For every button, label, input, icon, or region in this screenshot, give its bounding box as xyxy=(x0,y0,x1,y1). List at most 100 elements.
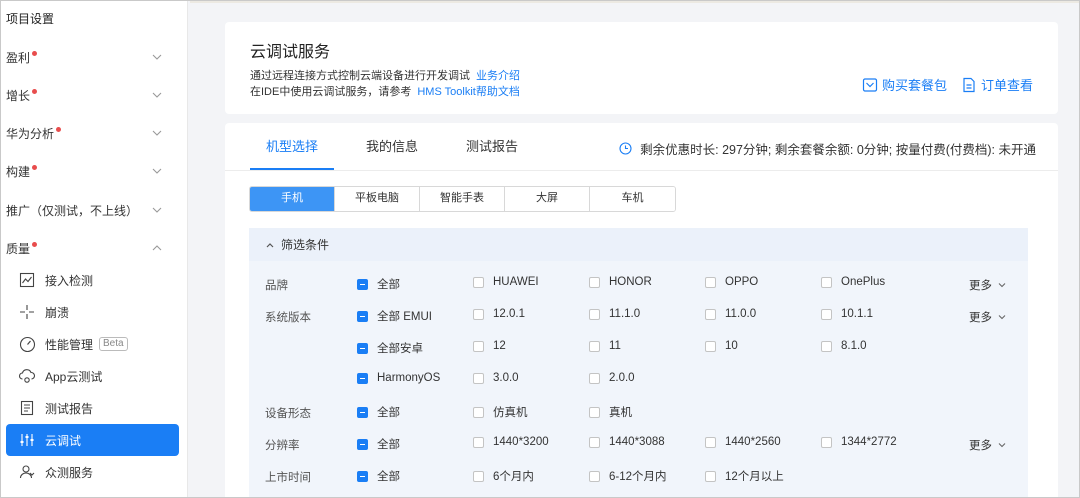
checkbox-option[interactable]: 11.1.0 xyxy=(589,308,640,320)
checkbox-option[interactable]: OPPO xyxy=(705,276,758,288)
sidebar-item-performance[interactable]: 性能管理 Beta xyxy=(6,329,179,359)
sidebar-item-crowd-test[interactable]: 众测服务 xyxy=(6,457,179,487)
checkbox xyxy=(473,436,484,448)
checkbox-option[interactable]: 10.1.1 xyxy=(821,308,873,320)
hms-toolkit-link[interactable]: HMS Toolkit帮助文档 xyxy=(417,86,519,98)
sidebar-group-promotion[interactable]: 推广（仅测试，不上线） xyxy=(6,200,166,220)
chevron-down-icon xyxy=(152,168,162,174)
more-button[interactable]: 更多 xyxy=(969,309,1007,325)
checkbox-option[interactable]: HarmonyOS xyxy=(357,372,440,384)
description-text: 通过远程连接方式控制云端设备进行开发调试 xyxy=(250,70,470,82)
checkbox xyxy=(705,308,716,320)
buy-package-button[interactable]: 购买套餐包 xyxy=(862,75,947,94)
report-icon xyxy=(18,399,36,417)
checkbox-option[interactable]: HUAWEI xyxy=(473,276,539,288)
sidebar-group-label: 华为分析 xyxy=(6,126,55,141)
option-label: 1440*3088 xyxy=(609,436,665,448)
checkbox xyxy=(473,276,484,288)
option-label: 全部 xyxy=(377,439,400,451)
sidebar-item-app-cloud-test[interactable]: App云测试 xyxy=(6,361,179,391)
checkbox xyxy=(473,406,484,418)
checkbox-option[interactable]: 10 xyxy=(705,340,738,352)
more-button[interactable]: 更多 xyxy=(969,437,1007,453)
filter-label: 设备形态 xyxy=(265,408,311,420)
device-type-tablet[interactable]: 平板电脑 xyxy=(335,187,420,211)
sidebar-group-monetize[interactable]: 盈利 xyxy=(6,47,166,67)
option-label: 全部 EMUI xyxy=(377,311,432,323)
tab-device-selection[interactable]: 机型选择 xyxy=(250,123,335,170)
checkbox-option[interactable]: 1440*2560 xyxy=(705,436,781,448)
checkbox xyxy=(705,276,716,288)
checkbox-option[interactable]: HONOR xyxy=(589,276,652,288)
checkbox-option[interactable]: 1344*2772 xyxy=(821,436,897,448)
filter-toggle[interactable]: 筛选条件 xyxy=(249,228,1028,261)
option-label: 全部 xyxy=(377,471,400,483)
option-label: 8.1.0 xyxy=(841,340,867,352)
option-label: 12个月以上 xyxy=(725,471,784,483)
business-intro-link[interactable]: 业务介绍 xyxy=(476,70,520,82)
checkbox-option[interactable]: 11 xyxy=(589,340,621,352)
checkbox-option[interactable]: 全部 xyxy=(357,276,400,292)
checkbox xyxy=(357,278,368,290)
device-type-screen[interactable]: 大屏 xyxy=(505,187,590,211)
checkbox-option[interactable]: 仿真机 xyxy=(473,404,528,420)
checkbox-option[interactable]: 12个月以上 xyxy=(705,468,784,484)
sidebar-group-quality[interactable]: 质量 xyxy=(6,238,166,258)
checkbox xyxy=(357,406,368,418)
checkbox-option[interactable]: 12 xyxy=(473,340,506,352)
checkbox-option[interactable]: 全部 xyxy=(357,404,400,420)
checkbox-option[interactable]: OnePlus xyxy=(821,276,885,288)
chevron-down-icon xyxy=(152,92,162,98)
sidebar-item-crash[interactable]: 崩溃 xyxy=(6,297,179,327)
sidebar-title: 项目设置 xyxy=(6,12,55,26)
device-type-car[interactable]: 车机 xyxy=(590,187,675,211)
checkbox-option[interactable]: 12.0.1 xyxy=(473,308,525,320)
tab-test-report[interactable]: 测试报告 xyxy=(466,123,534,170)
checkbox-option[interactable]: 11.0.0 xyxy=(705,308,756,320)
document-icon xyxy=(963,77,975,92)
checkbox-option[interactable]: 8.1.0 xyxy=(821,340,867,352)
sidebar-item-test-report[interactable]: 测试报告 xyxy=(6,393,179,423)
sidebar-item-cloud-debug[interactable]: 云调试 xyxy=(6,424,179,456)
device-type-phone[interactable]: 手机 xyxy=(250,187,335,211)
checkbox-option[interactable]: 1440*3088 xyxy=(589,436,665,448)
checkbox xyxy=(473,372,484,384)
checkbox-option[interactable]: 6个月内 xyxy=(473,468,534,484)
checkbox-option[interactable]: 3.0.0 xyxy=(473,372,519,384)
checkbox-option[interactable]: 2.0.0 xyxy=(589,372,635,384)
checkbox-option[interactable]: 真机 xyxy=(589,404,632,420)
gauge-icon xyxy=(18,335,36,353)
checkbox-option[interactable]: 全部安卓 xyxy=(357,340,423,356)
chevron-up-icon xyxy=(266,242,274,247)
checkbox-option[interactable]: 全部 EMUI xyxy=(357,308,432,324)
checkbox xyxy=(705,340,716,352)
sidebar-group-label: 增长 xyxy=(6,88,31,103)
view-orders-button[interactable]: 订单查看 xyxy=(961,75,1033,94)
checkbox-option[interactable]: 全部 xyxy=(357,436,400,452)
checkbox xyxy=(589,340,600,352)
checkbox-option[interactable]: 6-12个月内 xyxy=(589,468,667,484)
page-title: 云调试服务 xyxy=(250,44,331,61)
option-label: 12.0.1 xyxy=(493,308,525,320)
checkbox-option[interactable]: 1440*3200 xyxy=(473,436,549,448)
checkbox xyxy=(589,436,600,448)
sidebar-group-growth[interactable]: 增长 xyxy=(6,85,166,105)
filter-row-os-emui: 系统版本 全部 EMUI 12.0.1 11.1.0 11.0.0 10.1.1… xyxy=(249,300,1028,332)
filter-row-device-form: 设备形态 全部 仿真机 真机 xyxy=(249,396,1028,428)
sidebar-group-build[interactable]: 构建 xyxy=(6,161,166,181)
more-button[interactable]: 更多 xyxy=(969,277,1007,293)
sidebar-item-integration-check[interactable]: 接入检测 xyxy=(6,265,179,295)
red-dot xyxy=(32,241,38,247)
filter-row-resolution: 分辨率 全部 1440*3200 1440*3088 1440*2560 134… xyxy=(249,428,1028,460)
option-label: 1440*2560 xyxy=(725,436,781,448)
checkbox xyxy=(589,406,600,418)
sidebar-group-label: 构建 xyxy=(6,164,31,179)
checkbox-option[interactable]: 全部 xyxy=(357,468,400,484)
sidebar-group-analytics[interactable]: 华为分析 xyxy=(6,123,166,143)
tab-my-info[interactable]: 我的信息 xyxy=(366,123,434,170)
more-label: 更多 xyxy=(969,312,992,324)
checkbox xyxy=(357,372,368,384)
tab-divider xyxy=(225,170,1058,171)
device-type-watch[interactable]: 智能手表 xyxy=(420,187,505,211)
option-label: 3.0.0 xyxy=(493,372,519,384)
